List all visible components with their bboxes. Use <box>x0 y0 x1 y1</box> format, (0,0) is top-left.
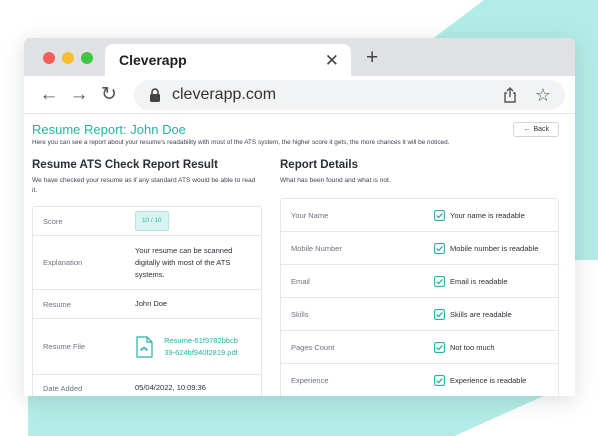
star-icon[interactable]: ☆ <box>535 86 551 104</box>
detail-label: Your Name <box>291 210 329 220</box>
back-button-label: Back <box>533 126 549 133</box>
back-button[interactable]: ← Back <box>513 122 559 137</box>
reload-icon[interactable]: ↻ <box>94 85 124 104</box>
report-details-section: Report Details What has been found and w… <box>280 159 559 396</box>
detail-label: Mobile Number <box>291 243 342 253</box>
checkbox-checked-icon <box>434 275 445 287</box>
checkbox-checked-icon <box>434 341 445 353</box>
ats-result-section: Resume ATS Check Report Result We have c… <box>32 159 262 396</box>
explanation-row: Explanation Your resume can be scanned d… <box>33 236 261 290</box>
detail-status: Your name is readable <box>434 209 525 221</box>
resume-value: John Doe <box>135 299 168 308</box>
detail-status-text: Skills are readable <box>450 309 512 319</box>
detail-label: Email <box>291 276 310 286</box>
browser-tab[interactable]: Cleverapp ✕ <box>105 44 351 76</box>
score-label: Score <box>43 216 63 226</box>
minimize-window-button[interactable] <box>62 52 74 64</box>
checkbox-checked-icon <box>434 375 445 386</box>
detail-status: Mobile number is readable <box>434 242 539 254</box>
detail-status-text: Mobile number is readable <box>450 243 539 253</box>
back-arrow-small-icon: ← <box>523 126 531 133</box>
resume-row: Resume John Doe <box>33 290 261 319</box>
resume-file-link[interactable]: Resume-61f9782bbcb39-624bf940f2819.pdf <box>163 335 239 359</box>
detail-row: Pages Count Not too much <box>281 331 558 364</box>
detail-status: Experience is readable <box>434 375 526 386</box>
score-badge: 10 / 10 <box>135 211 169 231</box>
address-bar: ← → ↻ cleverapp.com ☆ <box>24 76 575 114</box>
ats-result-description: We have checked your resume as if any st… <box>32 177 256 194</box>
detail-row: Skills Skills are readable <box>281 298 558 331</box>
url-text: cleverapp.com <box>172 85 277 103</box>
share-icon[interactable] <box>501 86 519 104</box>
report-details-title: Report Details <box>280 159 358 171</box>
plus-icon[interactable]: + <box>366 47 378 68</box>
score-row: Score 10 / 10 <box>33 207 261 236</box>
report-details-description: What has been found and what is not. <box>280 177 391 184</box>
detail-label: Pages Count <box>291 342 335 352</box>
page-subtitle: Here you can see a report about your res… <box>32 139 450 146</box>
resume-file-row: Resume File Resume-61f9782bbcb39-624bf94… <box>33 319 261 375</box>
resume-file-label: Resume File <box>43 342 86 351</box>
page-title: Resume Report: John Doe <box>32 122 186 137</box>
pdf-file-icon <box>136 335 153 358</box>
resume-label: Resume <box>43 299 71 309</box>
back-arrow-icon[interactable]: ← <box>34 85 64 104</box>
maximize-window-button[interactable] <box>81 52 93 64</box>
detail-label: Experience <box>291 376 329 385</box>
checkbox-checked-icon <box>434 242 445 254</box>
background-shape-bottom <box>28 394 548 436</box>
date-added-row: Date Added 05/04/2022, 10:09:36 <box>33 375 261 396</box>
report-details-card: Your Name Your name is readable Mobile Num… <box>280 198 559 396</box>
close-window-button[interactable] <box>43 52 55 64</box>
detail-status-text: Email is readable <box>450 276 508 286</box>
close-icon[interactable]: ✕ <box>325 52 339 69</box>
explanation-value: Your resume can be scanned digitally wit… <box>135 245 233 279</box>
detail-status-text: Not too much <box>450 342 495 352</box>
detail-status: Skills are readable <box>434 308 512 320</box>
date-added-label: Date Added <box>43 383 83 393</box>
detail-row: Email Email is readable <box>281 265 558 298</box>
browser-window: Cleverapp ✕ + ← → ↻ cleverapp.com ☆ Resu… <box>24 38 575 396</box>
ats-result-title: Resume ATS Check Report Result <box>32 159 218 171</box>
detail-status: Email is readable <box>434 275 508 287</box>
detail-status-text: Your name is readable <box>450 210 525 220</box>
explanation-label: Explanation <box>43 258 83 267</box>
checkbox-checked-icon <box>434 308 445 320</box>
date-added-value: 05/04/2022, 10:09:36 <box>135 383 206 392</box>
page-content: Resume Report: John Doe ← Back Here you … <box>24 114 575 396</box>
ats-result-card: Score 10 / 10 Explanation Your resume ca… <box>32 206 262 396</box>
detail-row: Experience Experience is readable <box>281 364 558 396</box>
detail-row: Your Name Your name is readable <box>281 199 558 232</box>
lock-icon <box>150 87 160 102</box>
checkbox-checked-icon <box>434 209 445 221</box>
tab-title: Cleverapp <box>119 52 187 68</box>
tab-bar: Cleverapp ✕ + <box>24 38 575 76</box>
detail-status-text: Experience is readable <box>450 376 527 385</box>
detail-row: Mobile Number Mobile number is readable <box>281 232 558 265</box>
forward-arrow-icon[interactable]: → <box>64 85 94 104</box>
detail-label: Skills <box>291 309 309 319</box>
detail-status: Not too much <box>434 341 495 353</box>
url-input[interactable]: cleverapp.com ☆ <box>134 79 565 110</box>
